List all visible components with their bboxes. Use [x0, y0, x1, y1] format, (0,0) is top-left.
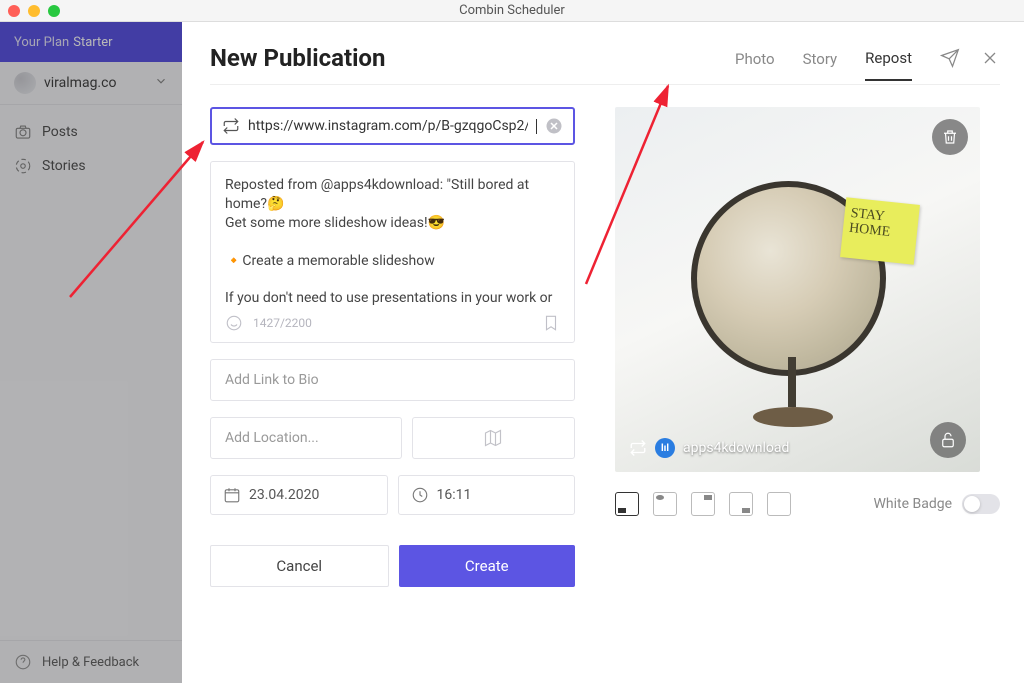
time-value: 16:11	[437, 487, 472, 503]
calendar-icon	[223, 486, 241, 504]
badge-pos-bottom-right[interactable]	[729, 492, 753, 516]
window-title: Combin Scheduler	[459, 3, 565, 18]
map-button[interactable]	[412, 417, 576, 459]
camera-icon	[14, 123, 32, 141]
sidebar-nav: Posts Stories	[0, 105, 182, 193]
create-button[interactable]: Create	[399, 545, 576, 587]
lock-button[interactable]	[930, 422, 966, 458]
clock-icon	[411, 486, 429, 504]
caption-input[interactable]: Reposted from @apps4kdownload: "Still bo…	[210, 161, 575, 343]
window-controls[interactable]	[8, 5, 60, 17]
source-badge-icon: lıl	[655, 438, 675, 458]
date-value: 23.04.2020	[249, 487, 319, 503]
help-feedback-button[interactable]: Help & Feedback	[0, 640, 182, 683]
tab-repost[interactable]: Repost	[865, 49, 912, 81]
emoji-icon[interactable]	[225, 314, 243, 332]
cancel-button[interactable]: Cancel	[210, 545, 389, 587]
stories-icon	[14, 157, 32, 175]
tab-photo[interactable]: Photo	[735, 50, 775, 80]
tab-story[interactable]: Story	[803, 50, 838, 80]
badge-position-row: White Badge	[615, 492, 1000, 516]
sticky-note: STAY HOME	[840, 197, 920, 264]
bookmark-icon[interactable]	[542, 314, 560, 332]
trash-icon	[941, 128, 959, 146]
image-preview: STAY HOME lıl apps4kdownload	[615, 107, 980, 472]
unlock-icon	[939, 431, 957, 449]
white-badge-label: White Badge	[873, 496, 952, 512]
location-input[interactable]: Add Location...	[210, 417, 402, 459]
badge-pos-none[interactable]	[767, 492, 791, 516]
account-name: viralmag.co	[44, 75, 116, 91]
badge-pos-top-right[interactable]	[691, 492, 715, 516]
form-column: https://www.instagram.com/p/B-gzqgoCsp2/…	[210, 107, 575, 683]
sidebar-item-label: Posts	[42, 124, 78, 140]
close-window-button[interactable]	[8, 5, 20, 17]
sidebar-item-stories[interactable]: Stories	[0, 149, 182, 183]
account-selector[interactable]: viralmag.co	[0, 62, 182, 105]
repost-icon	[629, 439, 647, 457]
white-badge-toggle[interactable]	[962, 494, 1000, 514]
text-cursor	[536, 119, 537, 134]
plan-label: Your Plan	[14, 35, 69, 50]
repost-url-input[interactable]: https://www.instagram.com/p/B-gzqgoCsp2/	[210, 107, 575, 145]
date-input[interactable]: 23.04.2020	[210, 475, 388, 515]
close-icon[interactable]	[980, 48, 1000, 68]
avatar	[14, 72, 36, 94]
page-title: New Publication	[210, 44, 385, 72]
source-handle: apps4kdownload	[683, 440, 789, 456]
tabs: Photo Story Repost	[735, 49, 912, 68]
url-value: https://www.instagram.com/p/B-gzqgoCsp2/	[248, 118, 528, 134]
caption-text: Reposted from @apps4kdownload: "Still bo…	[225, 176, 560, 306]
sidebar: Your Plan Starter viralmag.co Posts Stor…	[0, 22, 182, 683]
preview-column: STAY HOME lıl apps4kdownload	[615, 107, 1000, 683]
window-titlebar: Combin Scheduler	[0, 0, 1024, 22]
sidebar-item-posts[interactable]: Posts	[0, 115, 182, 149]
badge-pos-bottom-left[interactable]	[615, 492, 639, 516]
help-icon	[14, 653, 32, 671]
zoom-window-button[interactable]	[48, 5, 60, 17]
panel-actions	[940, 48, 1000, 68]
delete-image-button[interactable]	[932, 119, 968, 155]
char-count: 1427/2200	[253, 316, 312, 330]
link-bio-input[interactable]: Add Link to Bio	[210, 359, 575, 401]
new-publication-panel: New Publication Photo Story Repost https…	[182, 22, 1024, 683]
send-icon[interactable]	[940, 48, 960, 68]
globe-illustration: STAY HOME	[663, 167, 923, 427]
repost-credit: lıl apps4kdownload	[629, 438, 789, 458]
badge-pos-top-left[interactable]	[653, 492, 677, 516]
map-icon	[483, 428, 503, 448]
time-input[interactable]: 16:11	[398, 475, 576, 515]
help-label: Help & Feedback	[42, 655, 139, 670]
panel-header: New Publication Photo Story Repost	[210, 44, 1000, 85]
chevron-down-icon	[154, 74, 168, 92]
repost-icon	[222, 117, 240, 135]
sidebar-item-label: Stories	[42, 158, 86, 174]
plan-banner[interactable]: Your Plan Starter	[0, 22, 182, 62]
plan-value: Starter	[73, 35, 112, 50]
minimize-window-button[interactable]	[28, 5, 40, 17]
clear-button[interactable]	[545, 117, 563, 135]
